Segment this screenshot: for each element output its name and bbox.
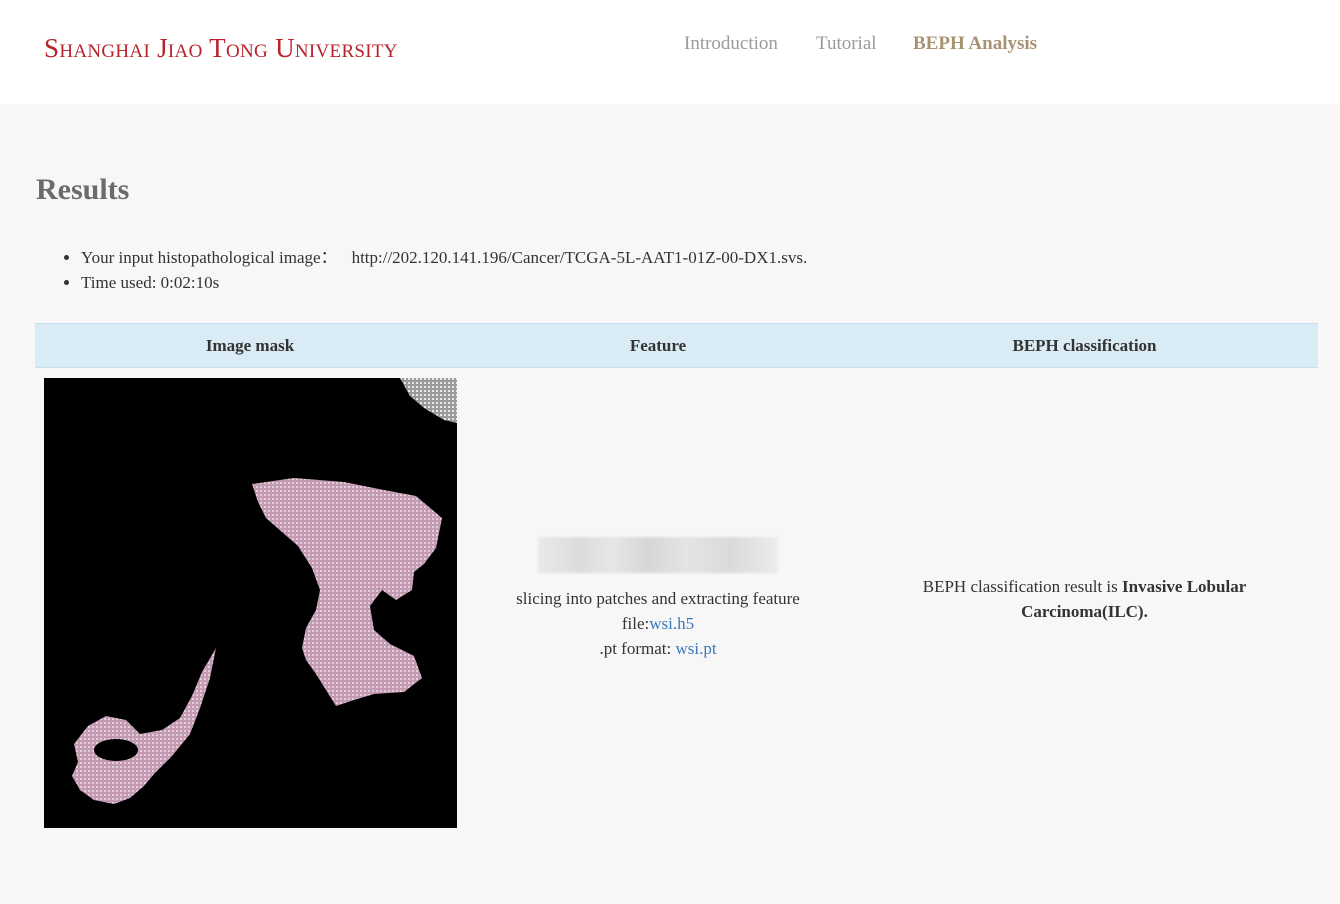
input-image-item: Your input histopathological image： http:… [81,245,807,270]
nav-introduction[interactable]: Introduction [684,33,778,55]
feature-pt-label: .pt format: [599,638,676,658]
header-image-mask: Image mask [35,323,465,368]
input-image-url: http://202.120.141.196/Cancer/TCGA-5L-AA… [351,248,808,267]
header-beph-classification: BEPH classification [851,323,1318,368]
page-title: Results [36,173,130,206]
wsi-pt-link[interactable]: wsi.pt [675,639,716,658]
feature-file-label: file: [621,613,650,633]
result-info-list: Your input histopathological image： http:… [60,245,807,295]
image-mask-thumbnail [44,378,457,828]
nav-beph-analysis[interactable]: BEPH Analysis [913,33,1037,55]
top-navbar: Shanghai Jiao Tong University Introducti… [0,0,1340,104]
classification-prefix: BEPH classification result is [922,576,1123,596]
results-table: Image mask Feature BEPH classification s… [35,323,1318,829]
nav-tutorial[interactable]: Tutorial [816,33,877,55]
feature-file-line: file:wsi.h5 [465,611,851,636]
classification-text: BEPH classification result is Invasive L… [905,574,1265,624]
feature-cell: slicing into patches and extracting feat… [465,368,851,830]
time-used-item: Time used: 0:02:10s [81,270,807,295]
classification-cell: BEPH classification result is Invasive L… [851,368,1318,830]
wsi-h5-link[interactable]: wsi.h5 [649,614,694,633]
table-header-row: Image mask Feature BEPH classification [35,323,1318,368]
feature-description: slicing into patches and extracting feat… [516,588,800,608]
main-nav: Introduction Tutorial BEPH Analysis [0,33,1340,59]
blurred-preview [538,536,778,573]
header-feature: Feature [465,323,851,368]
image-mask-cell [35,368,465,830]
feature-pt-line: .pt format: wsi.pt [465,636,851,661]
table-row: slicing into patches and extracting feat… [35,368,1318,830]
input-image-label: Your input histopathological image： [81,248,338,267]
